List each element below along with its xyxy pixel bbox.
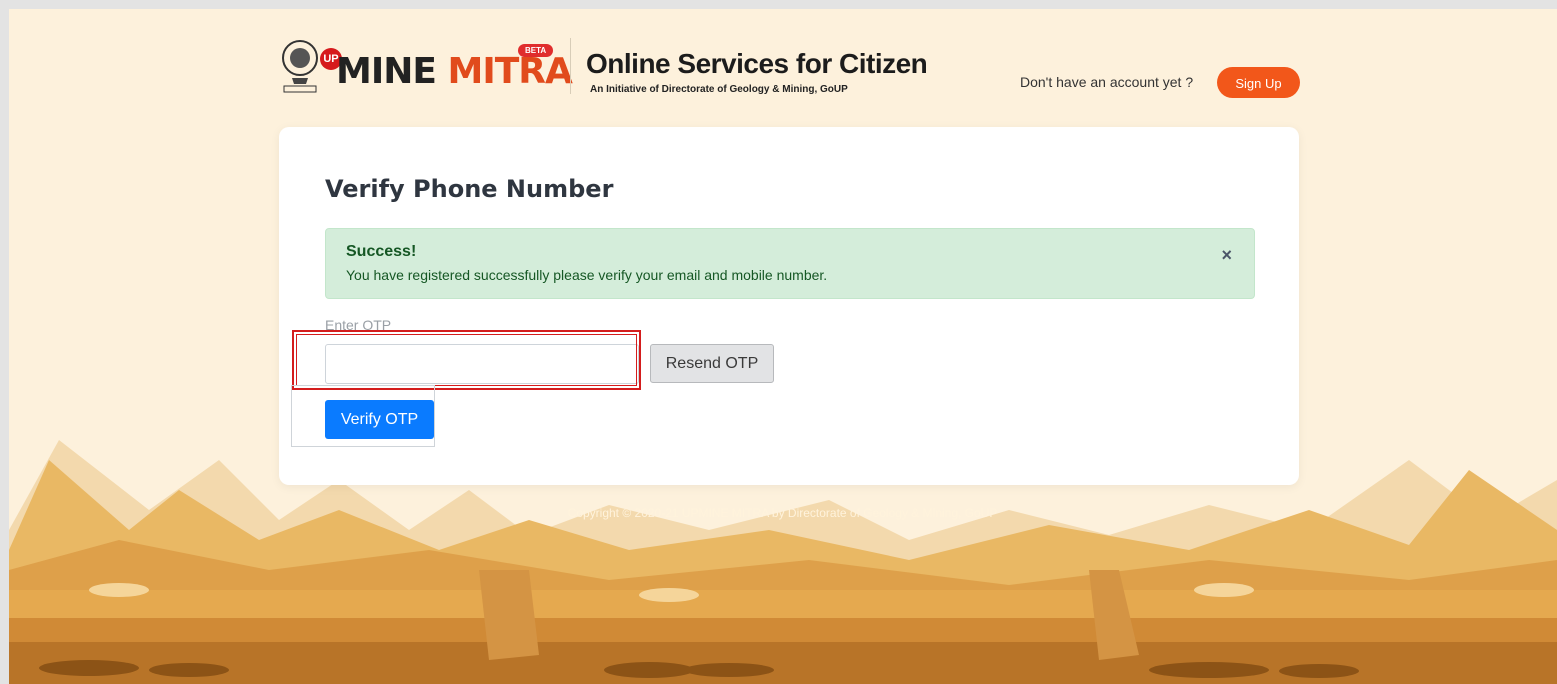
page-title: Verify Phone Number xyxy=(325,175,614,203)
site-logo[interactable]: MINE MITRA xyxy=(336,51,573,92)
resend-otp-button[interactable]: Resend OTP xyxy=(650,344,774,383)
state-emblem-icon xyxy=(282,40,318,93)
tagline-subtitle: An Initiative of Directorate of Geology … xyxy=(590,84,848,95)
header-divider xyxy=(570,38,571,94)
verify-otp-button[interactable]: Verify OTP xyxy=(325,400,434,439)
close-icon[interactable]: × xyxy=(1221,245,1232,266)
beta-badge: BETA xyxy=(518,44,554,57)
logo-word-mitra: MITRA xyxy=(447,51,573,92)
verify-card: Verify Phone Number Success! You have re… xyxy=(279,127,1299,485)
success-alert: Success! You have registered successfull… xyxy=(325,228,1255,299)
logo-word-mine: MINE xyxy=(336,51,437,92)
alert-message: You have registered successfully please … xyxy=(346,267,828,283)
account-prompt: Don't have an account yet ? xyxy=(1020,74,1194,90)
otp-input[interactable] xyxy=(325,344,639,384)
tagline-title: Online Services for Citizen xyxy=(586,48,928,79)
site-header: UP MINE MITRA BETA Online Services for C… xyxy=(280,34,1300,104)
footer-copyright: Copyright © 2020-21 UPMINE MITRA by Dire… xyxy=(567,506,998,520)
otp-label: Enter OTP xyxy=(325,317,392,333)
sign-up-button[interactable]: Sign Up xyxy=(1217,67,1300,98)
alert-heading: Success! xyxy=(346,243,417,260)
